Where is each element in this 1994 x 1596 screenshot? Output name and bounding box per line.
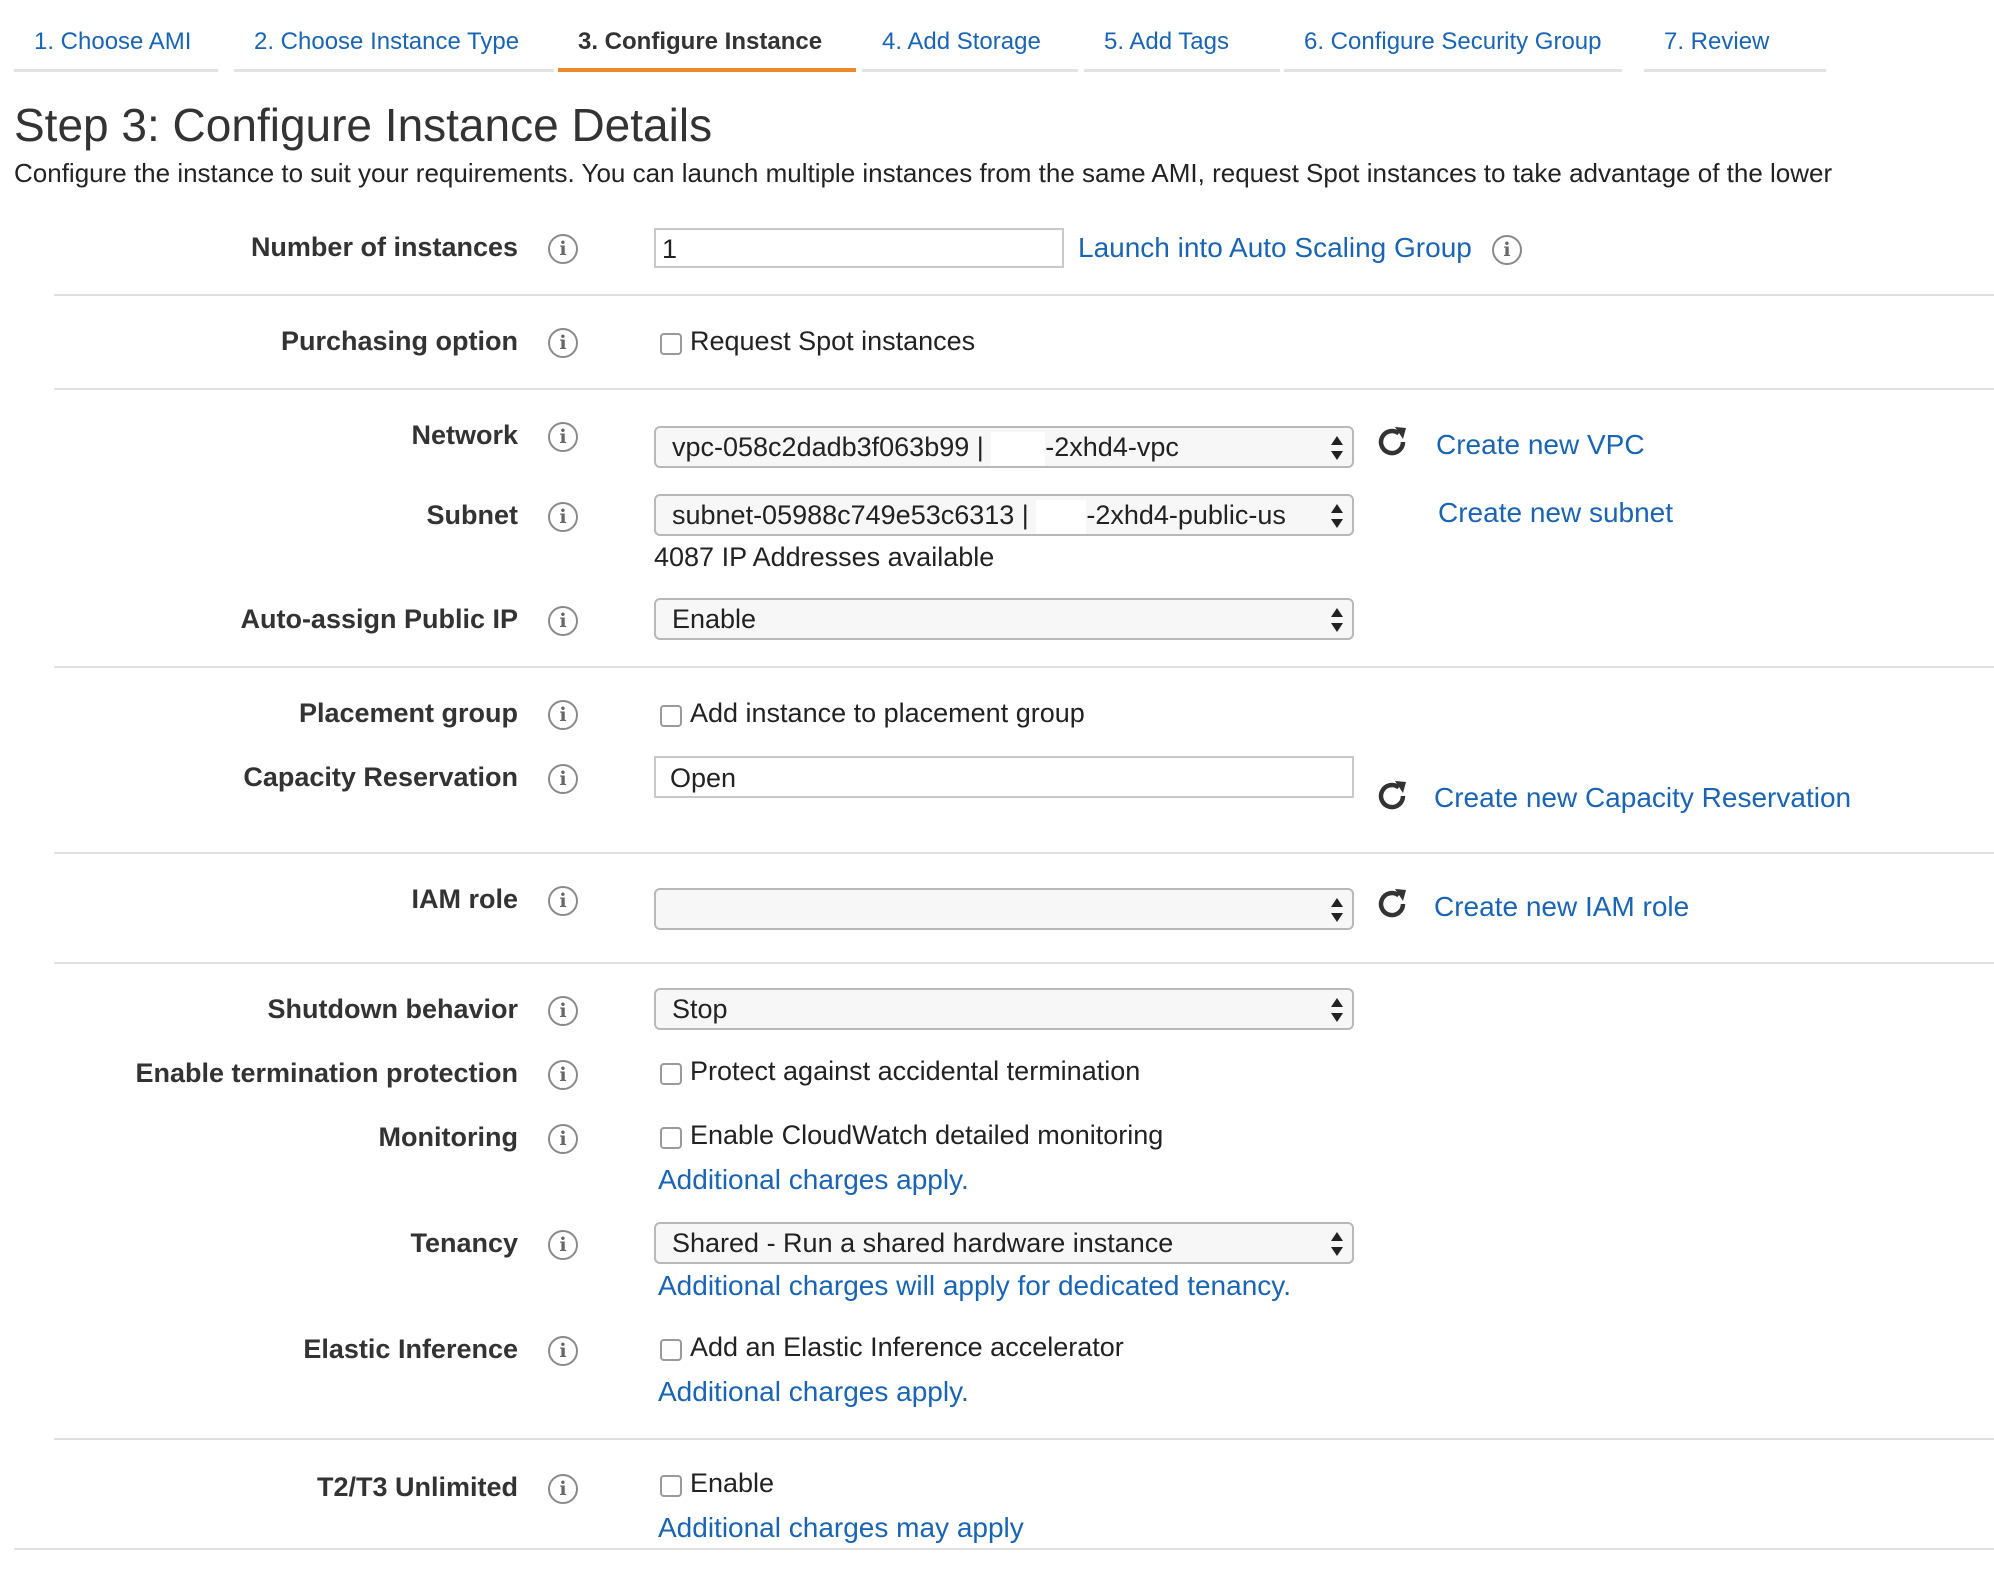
divider	[54, 294, 1994, 296]
request-spot-label: Request Spot instances	[690, 326, 976, 356]
tenancy-value: Shared - Run a shared hardware instance	[672, 1228, 1174, 1258]
monitoring-checkbox[interactable]	[660, 1127, 682, 1149]
updown-arrows-icon	[1331, 898, 1343, 922]
info-icon[interactable]: i	[548, 606, 578, 636]
shutdown-behavior-select[interactable]: Stop	[654, 988, 1354, 1030]
label-auto-assign-public-ip: Auto-assign Public IP	[240, 604, 518, 634]
info-icon[interactable]: i	[548, 1336, 578, 1366]
termination-protection-label: Protect against accidental termination	[690, 1056, 1141, 1086]
label-number-of-instances: Number of instances	[250, 232, 518, 262]
placement-group-label: Add instance to placement group	[690, 698, 1085, 728]
network-value-suffix: -2xhd4-vpc	[1045, 432, 1179, 462]
updown-arrows-icon	[1331, 608, 1343, 632]
tab-add-storage[interactable]: 4. Add Storage	[862, 16, 1078, 72]
tenancy-charges-link[interactable]: Additional charges will apply for dedica…	[658, 1270, 1291, 1302]
tab-configure-security-group[interactable]: 6. Configure Security Group	[1284, 16, 1622, 72]
refresh-icon[interactable]	[1374, 886, 1410, 922]
t2t3-charges-link[interactable]: Additional charges may apply	[658, 1512, 1024, 1544]
updown-arrows-icon	[1331, 1232, 1343, 1256]
t2t3-unlimited-label: Enable	[690, 1468, 775, 1498]
divider	[54, 388, 1994, 390]
redacted-text	[1036, 499, 1087, 534]
monitoring-label: Enable CloudWatch detailed monitoring	[690, 1120, 1164, 1150]
label-capacity-reservation: Capacity Reservation	[243, 762, 518, 792]
info-icon[interactable]: i	[1492, 235, 1522, 265]
placement-group-checkbox[interactable]	[660, 705, 682, 727]
tab-configure-instance[interactable]: 3. Configure Instance	[558, 16, 856, 72]
label-iam-role: IAM role	[411, 884, 518, 914]
label-purchasing-option: Purchasing option	[280, 326, 518, 356]
label-subnet: Subnet	[426, 500, 519, 530]
redacted-text	[991, 431, 1046, 466]
info-icon[interactable]: i	[548, 700, 578, 730]
info-icon[interactable]: i	[548, 1230, 578, 1260]
create-new-subnet-link[interactable]: Create new subnet	[1438, 497, 1673, 529]
tab-add-tags[interactable]: 5. Add Tags	[1084, 16, 1280, 72]
create-new-iam-role-link[interactable]: Create new IAM role	[1434, 891, 1689, 923]
auto-assign-public-ip-value: Enable	[672, 604, 757, 634]
subnet-value-suffix: -2xhd4-public-us	[1086, 500, 1286, 530]
network-select[interactable]: vpc-058c2dadb3f063b99 | -2xhd4-vpc	[654, 426, 1354, 468]
subnet-ip-available: 4087 IP Addresses available	[654, 542, 995, 572]
info-icon[interactable]: i	[548, 996, 578, 1026]
divider	[54, 1438, 1994, 1440]
divider	[54, 962, 1994, 964]
tenancy-select[interactable]: Shared - Run a shared hardware instance	[654, 1222, 1354, 1264]
info-icon[interactable]: i	[548, 886, 578, 916]
elastic-inference-charges-link[interactable]: Additional charges apply.	[658, 1376, 969, 1408]
network-value-prefix: vpc-058c2dadb3f063b99 |	[672, 432, 992, 462]
termination-protection-checkbox[interactable]	[660, 1063, 682, 1085]
info-icon[interactable]: i	[548, 234, 578, 264]
label-placement-group: Placement group	[298, 698, 518, 728]
elastic-inference-checkbox[interactable]	[660, 1339, 682, 1361]
info-icon[interactable]: i	[548, 764, 578, 794]
iam-role-select[interactable]	[654, 888, 1354, 930]
label-elastic-inference: Elastic Inference	[303, 1334, 518, 1364]
info-icon[interactable]: i	[548, 328, 578, 358]
tab-choose-ami[interactable]: 1. Choose AMI	[14, 16, 218, 72]
info-icon[interactable]: i	[548, 422, 578, 452]
shutdown-behavior-value: Stop	[672, 994, 728, 1024]
updown-arrows-icon	[1331, 998, 1343, 1022]
info-icon[interactable]: i	[548, 1124, 578, 1154]
wizard-tabs: 1. Choose AMI 2. Choose Instance Type 3.…	[14, 16, 1994, 74]
capacity-reservation-field[interactable]	[654, 756, 1354, 798]
info-icon[interactable]: i	[548, 502, 578, 532]
subnet-select[interactable]: subnet-05988c749e53c6313 | -2xhd4-public…	[654, 494, 1354, 536]
subnet-value-prefix: subnet-05988c749e53c6313 |	[672, 500, 1037, 530]
t2t3-unlimited-checkbox[interactable]	[660, 1475, 682, 1497]
page-title: Step 3: Configure Instance Details	[14, 99, 713, 151]
tab-choose-instance-type[interactable]: 2. Choose Instance Type	[234, 16, 554, 72]
label-tenancy: Tenancy	[410, 1228, 518, 1258]
label-shutdown-behavior: Shutdown behavior	[267, 994, 518, 1024]
create-new-capacity-reservation-link[interactable]: Create new Capacity Reservation	[1434, 782, 1851, 814]
auto-assign-public-ip-select[interactable]: Enable	[654, 598, 1354, 640]
divider	[54, 852, 1994, 854]
page-description: Configure the instance to suit your requ…	[14, 158, 1833, 188]
divider	[54, 666, 1994, 668]
divider	[14, 1548, 1994, 1550]
label-monitoring: Monitoring	[378, 1122, 518, 1152]
refresh-icon[interactable]	[1374, 778, 1410, 814]
elastic-inference-label: Add an Elastic Inference accelerator	[690, 1332, 1124, 1362]
updown-arrows-icon	[1331, 436, 1343, 460]
number-of-instances-input[interactable]	[654, 228, 1064, 268]
launch-auto-scaling-link[interactable]: Launch into Auto Scaling Group	[1078, 232, 1472, 264]
request-spot-checkbox[interactable]	[660, 333, 682, 355]
create-new-vpc-link[interactable]: Create new VPC	[1436, 429, 1645, 461]
info-icon[interactable]: i	[548, 1060, 578, 1090]
tab-review[interactable]: 7. Review	[1644, 16, 1826, 72]
info-icon[interactable]: i	[548, 1474, 578, 1504]
refresh-icon[interactable]	[1374, 424, 1410, 460]
label-termination-protection: Enable termination protection	[135, 1058, 518, 1088]
monitoring-charges-link[interactable]: Additional charges apply.	[658, 1164, 969, 1196]
label-network: Network	[411, 420, 518, 450]
updown-arrows-icon	[1331, 504, 1343, 528]
label-t2t3-unlimited: T2/T3 Unlimited	[316, 1472, 518, 1502]
